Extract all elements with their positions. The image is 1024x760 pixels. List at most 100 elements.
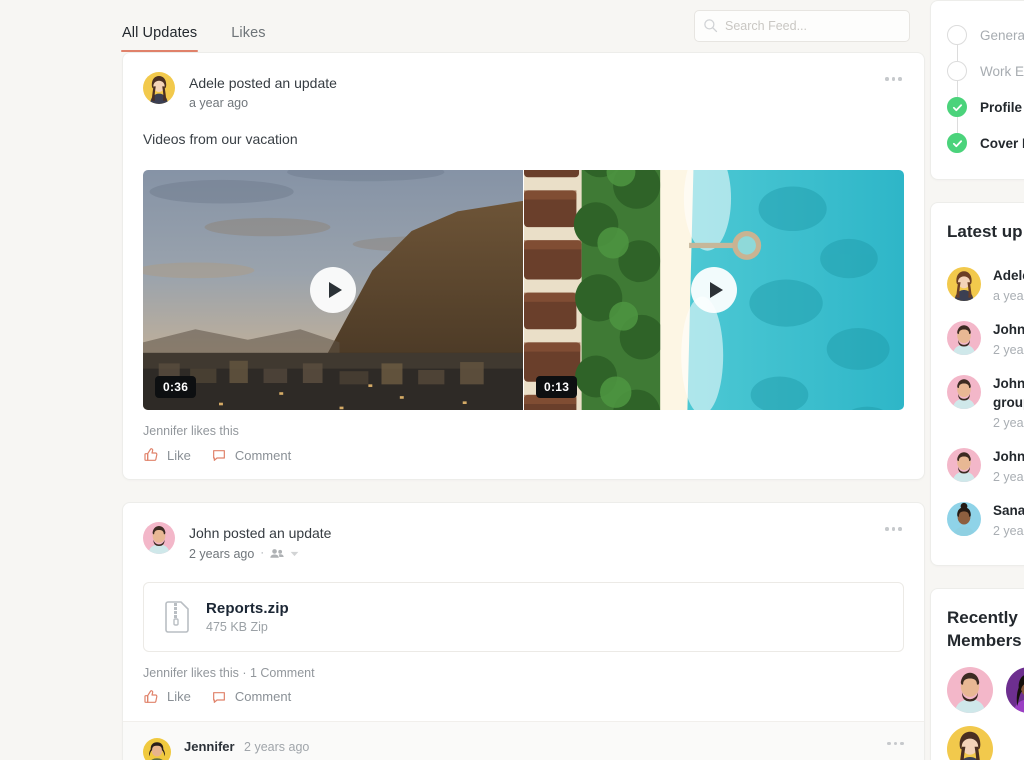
likes-summary: Jennifer likes this: [143, 424, 239, 439]
latest-update-item[interactable]: Adele a year: [947, 258, 1024, 312]
post-subline: a year ago: [189, 93, 337, 113]
ellipsis-icon: [885, 527, 889, 531]
checklist-item-cover-image[interactable]: Cover I: [947, 117, 1024, 161]
post-subline: 2 years ago ·: [189, 544, 331, 564]
like-label: Like: [167, 689, 191, 705]
checklist-item-profile[interactable]: Profile: [947, 81, 1024, 125]
latest-update-name: John: [993, 376, 1024, 392]
latest-update-time: a year: [993, 289, 1024, 304]
members-grid: [947, 667, 1024, 760]
chevron-down-icon[interactable]: [290, 551, 299, 557]
comment-label: Comment: [234, 689, 292, 705]
avatar: [947, 502, 981, 537]
tab-all-updates[interactable]: All Updates: [120, 25, 199, 52]
post-title: John posted an update: [189, 525, 332, 542]
member-avatar[interactable]: [1006, 667, 1024, 714]
comment-bubble-icon: [212, 450, 225, 462]
avatar[interactable]: [143, 72, 175, 104]
post-title: Adele posted an update: [189, 75, 337, 91]
latest-update-time: 2 year: [993, 343, 1024, 358]
comment-button[interactable]: Comment: [211, 689, 291, 705]
radio-circle-icon: [947, 61, 967, 81]
attachment-info: Reports.zip 475 KB Zip: [206, 600, 289, 634]
post-menu-button[interactable]: [881, 73, 906, 85]
post-meta: Adele posted an update a year ago: [189, 72, 337, 113]
group-people-icon: [270, 549, 284, 558]
latest-update-item[interactable]: John 2 year: [947, 312, 1024, 366]
right-sidebar: General Work E Profile Cover I Latest up…: [930, 0, 1024, 760]
avatar: [947, 266, 981, 301]
feed-tabs: All Updates Likes: [120, 0, 266, 52]
profile-checklist: General Work E Profile Cover I: [947, 17, 1024, 161]
search-input[interactable]: [694, 10, 910, 42]
feed-page: All Updates Likes Search Feed... Adele p…: [0, 0, 1024, 760]
play-triangle-icon: [328, 282, 342, 299]
latest-update-text-wrap: Sana 2 year: [993, 502, 1024, 538]
latest-update-name: John: [993, 322, 1024, 338]
latest-update-name: John: [993, 448, 1024, 464]
avatar: [947, 375, 981, 410]
likes-summary: Jennifer likes this · 1 Comment: [143, 665, 315, 680]
member-avatar[interactable]: [947, 726, 993, 760]
tab-all-updates-label: All Updates: [122, 25, 198, 41]
attachment-card[interactable]: Reports.zip 475 KB Zip: [143, 581, 904, 652]
attachment-meta: 475 KB Zip: [206, 619, 268, 634]
member-avatar[interactable]: [947, 667, 993, 714]
comment-label: Comment: [234, 447, 292, 463]
comment-button[interactable]: Comment: [211, 447, 291, 463]
recently-active-title-line2: Members: [947, 631, 1022, 651]
post-time: 2 years ago: [189, 546, 255, 561]
post-card-adele: Adele posted an update a year ago Videos…: [122, 52, 925, 481]
checklist-item-work-experience[interactable]: Work E: [947, 45, 1024, 89]
post-menu-button[interactable]: [881, 523, 906, 535]
play-button[interactable]: [310, 267, 356, 314]
comment-body: Jennifer 2 years ago Thanks! These are h…: [184, 738, 362, 760]
zip-file-icon: [165, 600, 189, 633]
search-feed-wrapper: [694, 10, 910, 42]
post-media-grid: 0:36 0:13: [143, 170, 904, 411]
like-button[interactable]: Like: [143, 447, 191, 463]
post-header: John posted an update 2 years ago ·: [123, 503, 924, 563]
comment-item: Jennifer 2 years ago Thanks! These are h…: [123, 720, 924, 760]
latest-update-item[interactable]: Sana 2 year: [947, 493, 1024, 547]
video-thumbnail-2[interactable]: 0:13: [524, 170, 904, 411]
tab-likes-label: Likes: [231, 25, 266, 41]
play-button[interactable]: [691, 267, 737, 314]
thumbs-up-icon: [144, 689, 158, 703]
checklist-item-general[interactable]: General: [947, 17, 1024, 53]
latest-update-time: 2 year: [993, 415, 1024, 430]
latest-update-text-wrap: Adele a year: [993, 267, 1024, 303]
feed-header: All Updates Likes: [120, 0, 925, 52]
video-duration: 0:13: [536, 376, 578, 399]
ellipsis-icon: [887, 741, 891, 746]
checklist-label: Work E: [980, 63, 1024, 79]
radio-circle-icon: [947, 25, 967, 45]
latest-update-item[interactable]: John group 2 year: [947, 366, 1024, 438]
latest-updates-title: Latest up: [947, 222, 1023, 241]
comment-header: Jennifer 2 years ago: [184, 738, 362, 756]
latest-update-detail: group: [993, 394, 1024, 410]
tab-likes[interactable]: Likes: [231, 25, 265, 52]
play-triangle-icon: [709, 282, 723, 299]
video-thumbnail-1[interactable]: 0:36: [143, 170, 523, 411]
latest-update-text-wrap: John 2 year: [993, 321, 1024, 357]
comment-author: Jennifer: [184, 738, 235, 754]
like-label: Like: [167, 447, 191, 463]
avatar[interactable]: [143, 737, 171, 760]
ellipsis-icon: [885, 77, 889, 81]
post-actions: Like Comment: [123, 438, 924, 479]
thumbs-up-icon: [144, 448, 158, 462]
recently-active-title: Recently Members: [947, 607, 1024, 653]
post-meta: John posted an update 2 years ago ·: [189, 522, 331, 563]
like-button[interactable]: Like: [143, 689, 191, 705]
latest-update-text-wrap: John group 2 year: [993, 375, 1024, 429]
check-icon: [947, 97, 967, 117]
checklist-label: General: [980, 27, 1024, 43]
comment-menu-button[interactable]: [883, 738, 908, 750]
comment-time: 2 years ago: [244, 739, 310, 754]
post-header: Adele posted an update a year ago: [123, 53, 924, 113]
latest-update-item[interactable]: John 2 year: [947, 439, 1024, 493]
avatar[interactable]: [143, 522, 175, 555]
recently-active-title-line1: Recently: [947, 608, 1018, 628]
checklist-label: Cover I: [980, 135, 1024, 151]
